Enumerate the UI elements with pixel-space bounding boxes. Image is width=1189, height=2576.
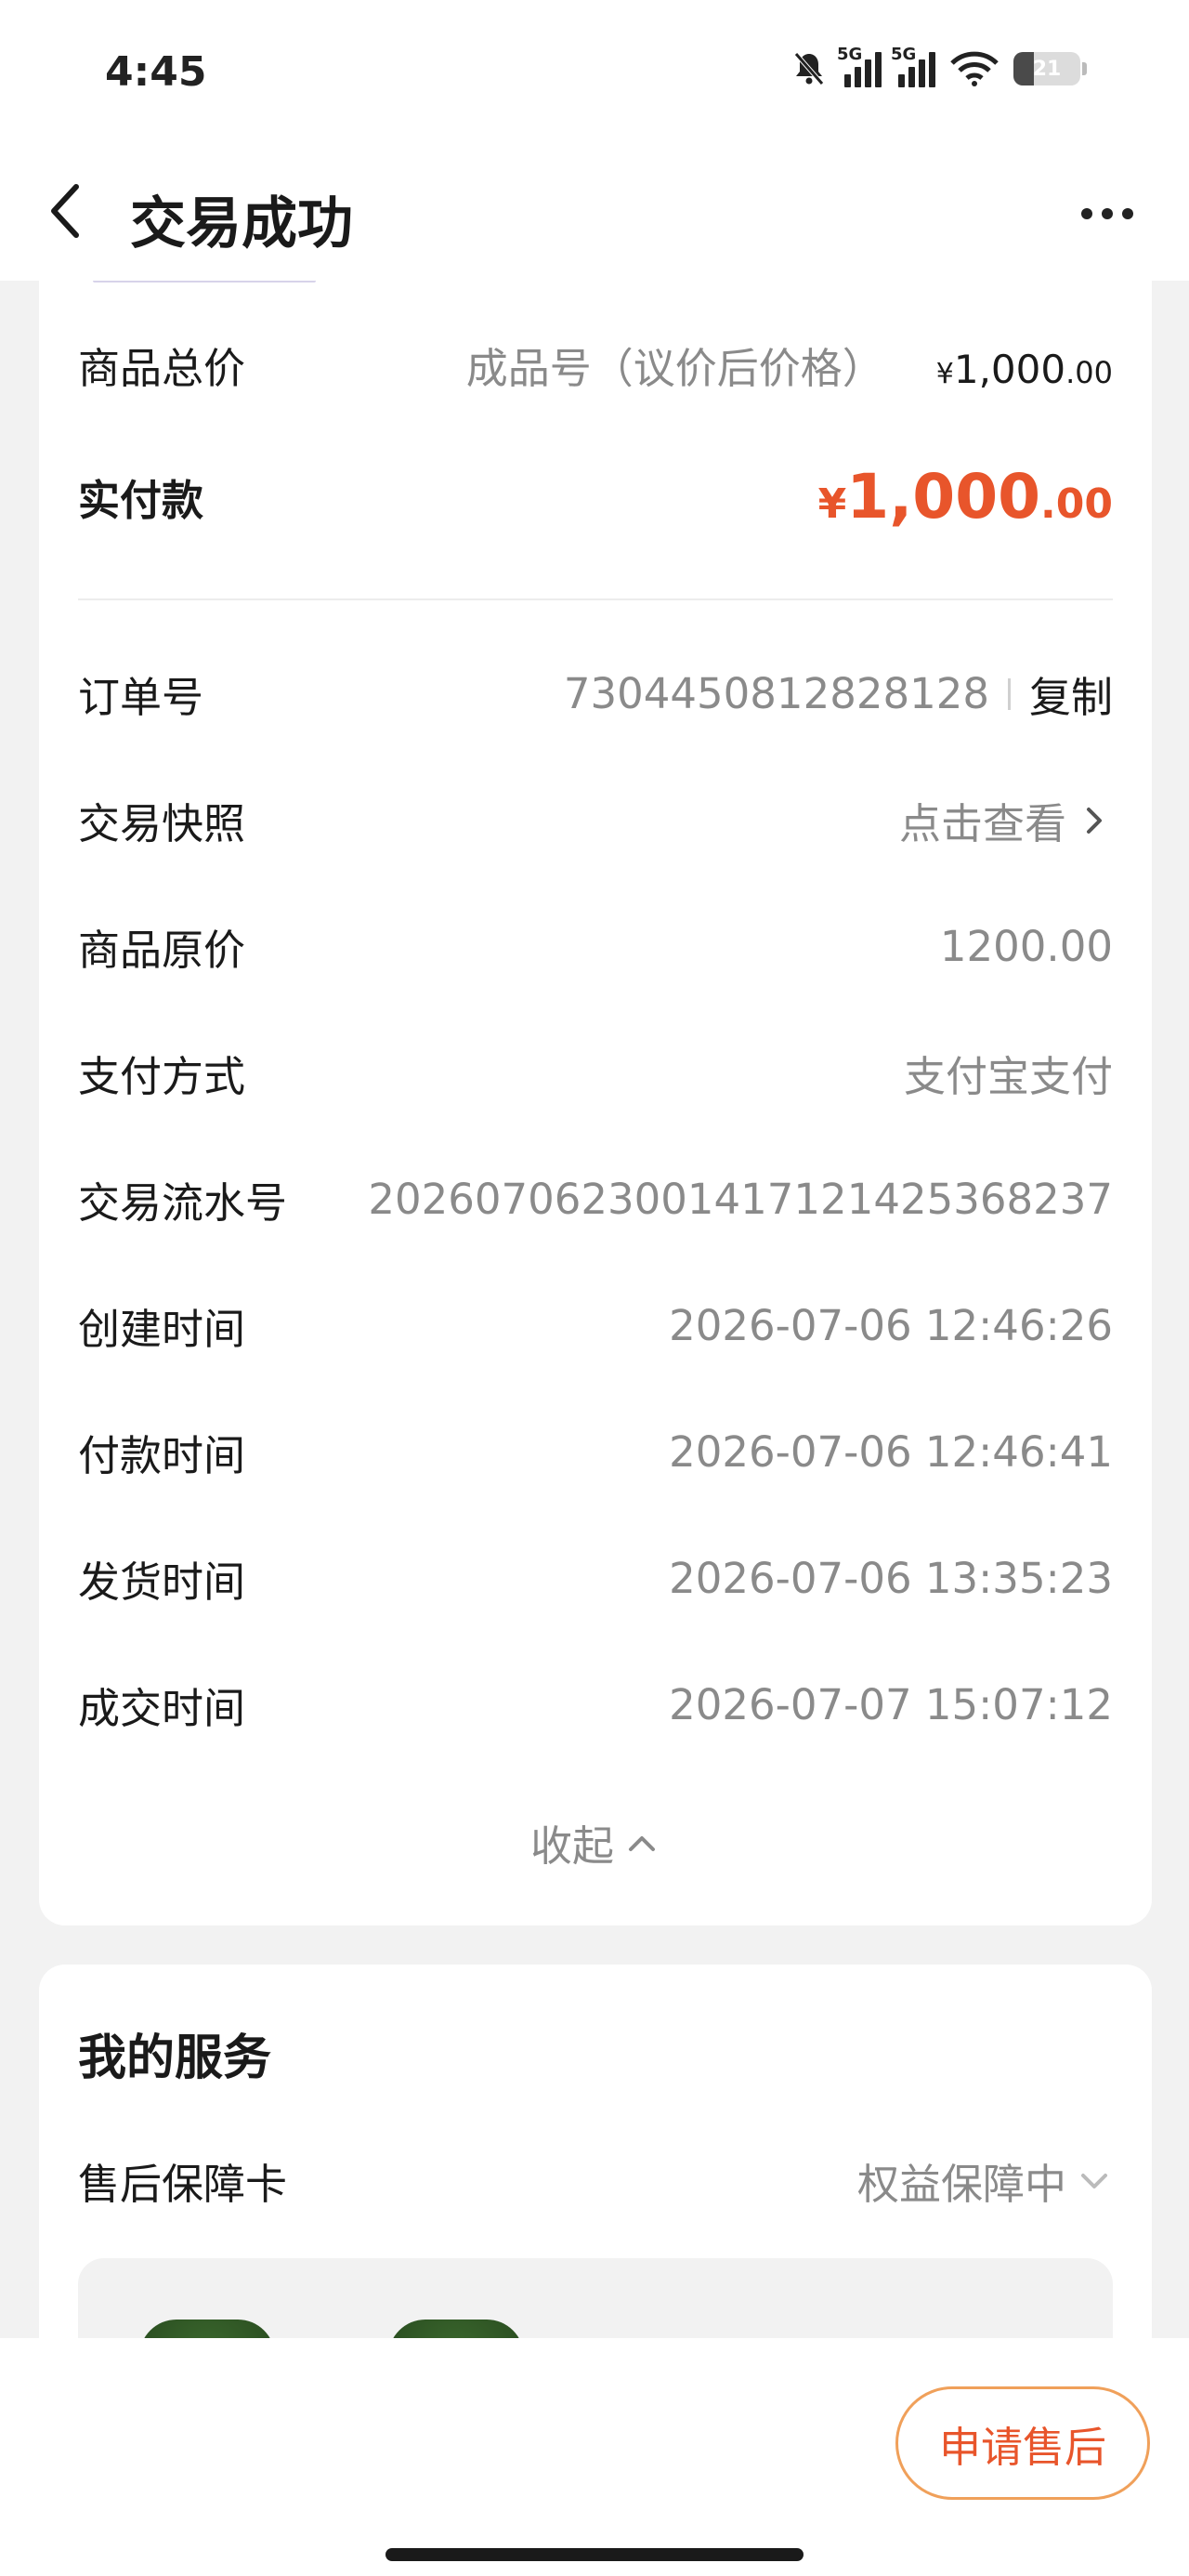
completed-time-row: 成交时间 2026-07-07 15:07:12 bbox=[78, 1675, 1113, 1735]
shipped-time-label: 发货时间 bbox=[78, 1557, 246, 1607]
original-price-row: 商品原价 1200.00 bbox=[78, 916, 1113, 977]
serial-number: 2026070623001417121425368237 bbox=[368, 1175, 1113, 1224]
top-bar: 4:45 5G 5G 21 交易成功 bbox=[0, 0, 1189, 281]
original-price-label: 商品原价 bbox=[78, 926, 246, 975]
services-title: 我的服务 bbox=[78, 2031, 272, 2086]
snapshot-label: 交易快照 bbox=[78, 799, 246, 848]
total-price: ¥1,000.00 bbox=[935, 347, 1113, 392]
created-time-label: 创建时间 bbox=[78, 1305, 246, 1354]
mute-bell-icon bbox=[790, 50, 828, 87]
serial-number-label: 交易流水号 bbox=[78, 1178, 288, 1228]
copy-button[interactable]: 复制 bbox=[1029, 664, 1113, 724]
completed-time: 2026-07-07 15:07:12 bbox=[669, 1680, 1113, 1729]
home-indicator[interactable] bbox=[385, 2548, 804, 2561]
paid-amount-label: 实付款 bbox=[78, 476, 204, 525]
bottom-action-bar: 申请售后 bbox=[0, 2338, 1189, 2576]
signal-icon: 5G bbox=[837, 45, 882, 87]
payment-method-label: 支付方式 bbox=[78, 1052, 246, 1101]
aftersale-card-row[interactable]: 售后保障卡 权益保障中 bbox=[78, 2150, 1113, 2211]
paid-time-row: 付款时间 2026-07-06 12:46:41 bbox=[78, 1422, 1113, 1482]
collapse-button[interactable]: 收起 bbox=[39, 1812, 1152, 1873]
status-time: 4:45 bbox=[105, 48, 207, 96]
payment-method-row: 支付方式 支付宝支付 bbox=[78, 1043, 1113, 1103]
serial-number-row: 交易流水号 2026070623001417121425368237 bbox=[78, 1169, 1113, 1229]
created-time-row: 创建时间 2026-07-06 12:46:26 bbox=[78, 1295, 1113, 1356]
aftersale-card-status: 权益保障中 bbox=[856, 2160, 1066, 2209]
completed-time-label: 成交时间 bbox=[78, 1684, 246, 1733]
dot-icon bbox=[1122, 208, 1133, 219]
order-number: 7304450812828128 bbox=[563, 669, 989, 718]
chevron-down-icon bbox=[1081, 2173, 1107, 2188]
status-icons: 5G 5G 21 bbox=[790, 45, 1087, 87]
shipped-time-row: 发货时间 2026-07-06 13:35:23 bbox=[78, 1548, 1113, 1609]
order-number-row: 订单号 7304450812828128 复制 bbox=[78, 664, 1113, 724]
shipped-time: 2026-07-06 13:35:23 bbox=[669, 1554, 1113, 1603]
paid-time-label: 付款时间 bbox=[78, 1431, 246, 1480]
chevron-right-icon bbox=[1087, 807, 1102, 834]
dot-icon bbox=[1102, 208, 1113, 219]
payment-method: 支付宝支付 bbox=[903, 1052, 1113, 1101]
signal-icon: 5G bbox=[891, 45, 935, 87]
created-time: 2026-07-06 12:46:26 bbox=[669, 1301, 1113, 1350]
order-detail-card: 商品总价 成品号（议价后价格） ¥1,000.00 实付款 ¥1,000.00 … bbox=[39, 242, 1152, 1925]
apply-aftersale-button[interactable]: 申请售后 bbox=[895, 2386, 1150, 2500]
chevron-up-icon bbox=[629, 1835, 655, 1851]
chevron-left-icon bbox=[51, 184, 79, 238]
battery-cap bbox=[1082, 62, 1087, 75]
page-title: 交易成功 bbox=[130, 191, 353, 256]
snapshot-row[interactable]: 交易快照 点击查看 bbox=[78, 790, 1113, 850]
total-price-row: 商品总价 成品号（议价后价格） ¥1,000.00 bbox=[78, 335, 1113, 395]
more-options-button[interactable] bbox=[1070, 191, 1144, 237]
dot-icon bbox=[1081, 208, 1092, 219]
order-number-label: 订单号 bbox=[78, 673, 204, 722]
collapse-label: 收起 bbox=[529, 1821, 614, 1871]
divider bbox=[78, 598, 1113, 600]
aftersale-card-label: 售后保障卡 bbox=[78, 2160, 288, 2209]
wifi-icon bbox=[950, 50, 999, 87]
snapshot-link[interactable]: 点击查看 bbox=[899, 790, 1066, 850]
paid-amount: ¥1,000.00 bbox=[817, 461, 1113, 532]
back-button[interactable] bbox=[37, 178, 93, 243]
separator bbox=[1007, 677, 1011, 710]
paid-time: 2026-07-06 12:46:41 bbox=[669, 1427, 1113, 1477]
battery-icon: 21 bbox=[1013, 52, 1080, 85]
total-price-label: 商品总价 bbox=[78, 344, 246, 393]
original-price: 1200.00 bbox=[939, 922, 1113, 971]
total-price-note: 成品号（议价后价格） bbox=[465, 344, 884, 393]
paid-amount-row: 实付款 ¥1,000.00 bbox=[78, 461, 1113, 532]
